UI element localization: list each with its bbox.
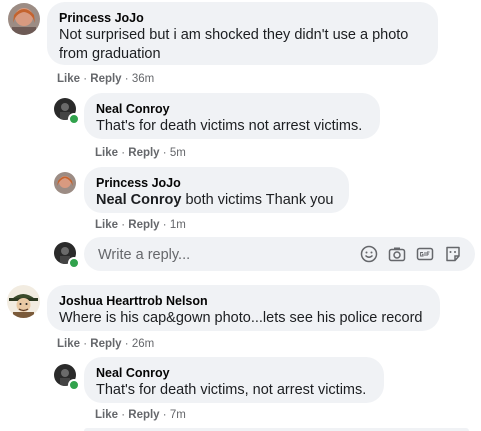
reply-composer [84,237,475,273]
reply-link[interactable]: Reply [128,409,159,421]
comment-author[interactable]: Joshua Hearttrob Nelson [59,293,428,309]
separator-dot: · [162,409,167,421]
reply-bubble: Princess JoJo Neal Conroy both victims T… [84,167,349,213]
separator-dot: · [121,219,126,231]
camera-icon[interactable] [388,245,406,263]
reply-bubble: Neal Conroy That's for death victims not… [84,93,380,139]
separator-dot: · [124,338,129,350]
comment-text-line1: Not surprised but i am shocked they didn… [59,27,409,43]
like-link[interactable]: Like [57,338,80,350]
online-status-dot [68,379,80,391]
reply-actions: Like · Reply · 7m [95,408,186,422]
comment-bubble: Joshua Hearttrob Nelson Where is his cap… [47,285,440,331]
comment-actions: Like · Reply · 36m [57,72,154,86]
separator-dot: · [124,73,129,85]
comment-author[interactable]: Princess JoJo [59,10,426,26]
reply-link[interactable]: Reply [128,219,159,231]
separator-dot: · [83,338,88,350]
like-link[interactable]: Like [57,73,80,85]
reply-timestamp[interactable]: 1m [170,219,186,231]
reply-author[interactable]: Princess JoJo [96,175,337,191]
separator-dot: · [162,219,167,231]
reply-input[interactable] [96,237,340,273]
reply-link[interactable]: Reply [90,338,121,350]
like-link[interactable]: Like [95,409,118,421]
reply-text: That's for death victims, not arrest vic… [96,382,367,398]
avatar-joshua-nelson[interactable] [7,285,40,318]
reply-link[interactable]: Reply [90,73,121,85]
mention-link[interactable]: Neal Conroy [96,192,181,208]
reply-link[interactable]: Reply [128,147,159,159]
comment-bubble: Princess JoJo Not surprised but i am sho… [47,2,438,65]
reply-bubble: Neal Conroy That's for death victims, no… [84,357,384,403]
comment-text-line2: from graduation [59,46,161,62]
separator-dot: · [121,409,126,421]
online-status-dot [68,113,80,125]
reply-author[interactable]: Neal Conroy [96,365,372,381]
avatar-photo [54,172,76,194]
reply-text: That's for death victims not arrest vict… [96,118,363,134]
comment-timestamp[interactable]: 36m [132,73,154,85]
avatar-photo [8,3,40,35]
like-link[interactable]: Like [95,219,118,231]
separator-dot: · [121,147,126,159]
reply-author[interactable]: Neal Conroy [96,101,368,117]
avatar-princess-jojo[interactable] [54,172,76,194]
comment-actions: Like · Reply · 26m [57,337,154,351]
reply-text: Neal Conroy both victims Thank you [96,191,337,210]
separator-dot: · [83,73,88,85]
reply-actions: Like · Reply · 5m [95,146,186,160]
reply-timestamp[interactable]: 7m [170,409,186,421]
sticker-icon[interactable] [444,245,462,263]
reply-actions: Like · Reply · 1m [95,218,186,232]
comment-text: Where is his cap&gown photo...lets see h… [59,310,423,326]
gif-icon[interactable] [416,245,434,263]
comment-timestamp[interactable]: 26m [132,338,154,350]
avatar-princess-jojo[interactable] [8,3,40,35]
like-link[interactable]: Like [95,147,118,159]
reply-timestamp[interactable]: 5m [170,147,186,159]
online-status-dot [68,257,80,269]
emoji-icon[interactable] [360,245,378,263]
separator-dot: · [162,147,167,159]
avatar-photo [7,285,40,318]
reply-text-body: both victims Thank you [181,192,334,208]
